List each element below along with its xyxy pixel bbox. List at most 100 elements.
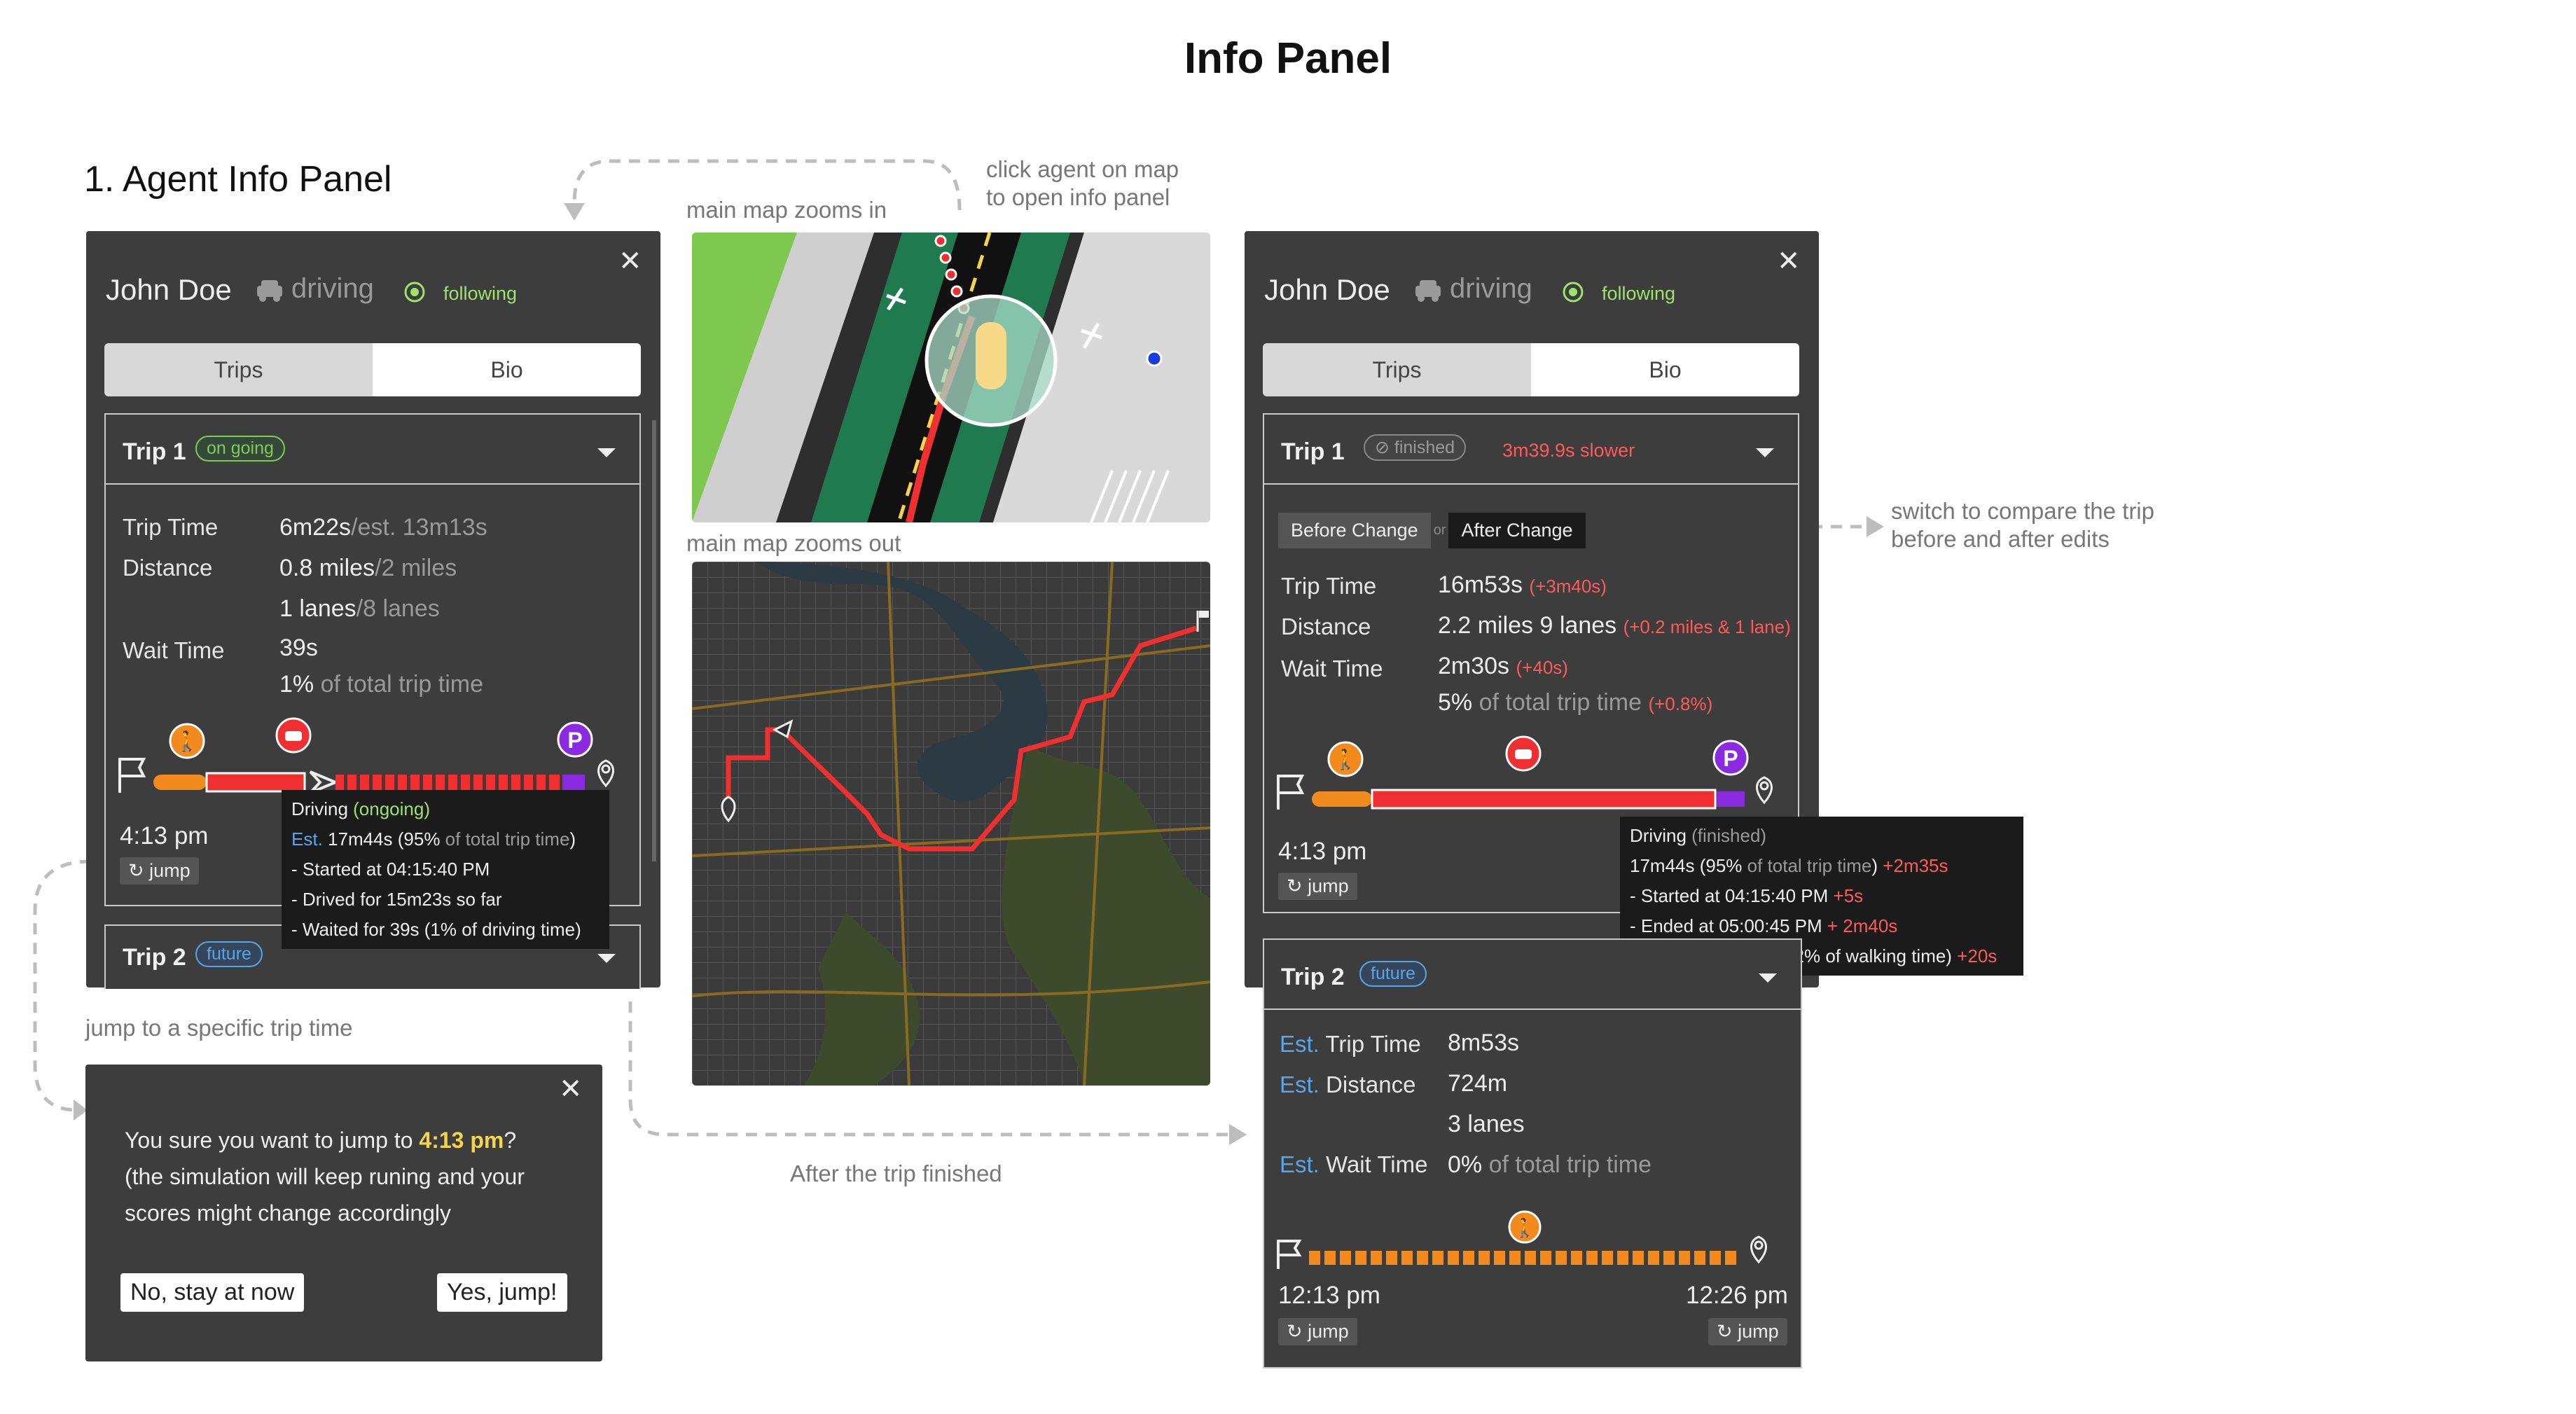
compare-toggle: Before Change or After Change — [1278, 513, 1586, 548]
tab-bio[interactable]: Bio — [1531, 343, 1799, 396]
dialog-message: You sure you want to jump to 4:13 pm? (t… — [125, 1128, 525, 1226]
scrollbar[interactable] — [652, 420, 656, 861]
trip-delta: 3m39.9s slower — [1502, 440, 1635, 461]
following-toggle[interactable]: following — [443, 283, 517, 305]
note-jump-specific: jump to a specific trip time — [85, 1015, 353, 1041]
trip-time-value: 8m53s — [1448, 1030, 1520, 1056]
wait-time-value: 2m30s (+40s) — [1438, 653, 1568, 679]
toggle-separator: or — [1433, 522, 1446, 538]
chevron-down-icon[interactable] — [597, 954, 616, 963]
status-badge: future — [195, 941, 263, 967]
no-stay-button[interactable]: No, stay at now — [120, 1273, 305, 1312]
close-icon[interactable]: ✕ — [559, 1073, 583, 1105]
tab-bar: Trips Bio — [1263, 343, 1799, 396]
status-badge: ⊘ finished — [1364, 434, 1467, 461]
trip-time-value: 6m22s/est. 13m13s — [279, 514, 487, 541]
svg-text:P: P — [1723, 746, 1738, 771]
distance-value: 2.2 miles 9 lanes (+0.2 miles & 1 lane) — [1438, 612, 1791, 639]
distance-label: Distance — [1281, 614, 1371, 639]
svg-text:🚶: 🚶 — [1514, 1217, 1536, 1238]
trip-title: Trip 1 — [123, 438, 186, 465]
jump-button[interactable]: ↻ jump — [1708, 1318, 1787, 1345]
jump-button[interactable]: ↻ jump — [120, 857, 199, 885]
lanes-value: 3 lanes — [1448, 1111, 1525, 1137]
trip-end-time: 12:26 pm — [1686, 1282, 1788, 1309]
tooltip-line: - Drived for 15m23s so far — [291, 889, 502, 910]
jump-button[interactable]: ↻ jump — [1278, 873, 1357, 900]
tooltip-line: - Started at 04:15:40 PM +5s — [1630, 885, 1864, 906]
trip-timeline[interactable]: 🚶 P — [1271, 733, 1789, 824]
distance-label: Est. Distance — [1280, 1072, 1416, 1097]
jump-button[interactable]: ↻ jump — [1278, 1318, 1357, 1345]
trip-title: Trip 2 — [1281, 964, 1345, 990]
divider — [106, 483, 639, 485]
distance-value: 0.8 miles/2 miles — [279, 555, 457, 581]
divider — [1264, 483, 1798, 485]
tab-trips[interactable]: Trips — [1263, 343, 1531, 396]
trip-start-time: 12:13 pm — [1278, 1282, 1380, 1309]
status-badge: on going — [195, 436, 285, 462]
wait-pct: 1% of total trip time — [279, 671, 484, 698]
note-after-finished: After the trip finished — [790, 1160, 1002, 1186]
car-icon — [254, 277, 285, 306]
arrowhead-switch — [1867, 516, 1884, 537]
chevron-down-icon[interactable] — [597, 448, 616, 457]
tab-bar: Trips Bio — [104, 343, 641, 396]
agent-mode: driving — [291, 273, 374, 304]
agent-name: John Doe — [106, 273, 232, 306]
trip-card-2-expanded: Trip 2 future Est. Trip Time 8m53s Est. … — [1263, 938, 1802, 1368]
arrowhead-right-panel — [1229, 1124, 1247, 1145]
walk-segment — [1312, 791, 1372, 807]
flag-icon — [1277, 1240, 1302, 1269]
park-segment — [562, 775, 585, 790]
distance-label: Distance — [123, 555, 213, 581]
svg-text:🚶: 🚶 — [1334, 748, 1358, 771]
parking-marker-icon: P — [1712, 740, 1749, 776]
close-icon[interactable]: ✕ — [618, 245, 642, 277]
divider — [1264, 1008, 1801, 1010]
location-pin-icon — [1756, 776, 1773, 805]
walk-marker-icon: 🚶 — [1508, 1210, 1542, 1244]
note-zoom-out: main map zooms out — [686, 530, 901, 556]
tooltip-line: - Ended at 05:00:45 PM + 2m40s — [1630, 915, 1898, 936]
wait-time-label: Wait Time — [1281, 656, 1383, 681]
wait-time-value: 39s — [279, 635, 318, 661]
flag-icon — [118, 758, 146, 793]
trip-title: Trip 1 — [1281, 438, 1345, 465]
chevron-up-icon[interactable] — [1759, 973, 1777, 983]
note-click-agent: click agent on map to open info panel — [986, 156, 1179, 210]
before-change-button[interactable]: Before Change — [1278, 513, 1431, 548]
svg-text:🚶: 🚶 — [175, 730, 200, 753]
close-icon[interactable]: ✕ — [1777, 245, 1801, 277]
drive-marker-icon — [275, 717, 312, 754]
drive-segment-done — [205, 772, 306, 793]
agent-mode: driving — [1450, 273, 1532, 304]
map-zoomed-in[interactable] — [692, 233, 1210, 522]
yes-jump-button[interactable]: Yes, jump! — [437, 1273, 567, 1312]
note-switch: switch to compare the trip before and af… — [1891, 498, 2154, 552]
tooltip-line: Driving (ongoing) — [291, 798, 430, 819]
chevron-down-icon[interactable] — [1756, 448, 1774, 457]
car-agent-icon — [976, 322, 1006, 389]
tab-bio[interactable]: Bio — [373, 343, 641, 396]
trip-time-label: Trip Time — [1281, 573, 1377, 599]
map-zoomed-out[interactable] — [692, 562, 1210, 1086]
location-pin-icon — [1750, 1235, 1767, 1264]
tooltip-line: - Waited for 39s (1% of driving time) — [291, 919, 581, 940]
following-toggle[interactable]: following — [1602, 283, 1675, 305]
flag-icon — [1277, 775, 1305, 810]
wait-pct: 5% of total trip time (+0.8%) — [1438, 689, 1713, 716]
trip-timeline[interactable]: 🚶 — [1271, 1206, 1789, 1283]
wait-time-value: 0% of total trip time — [1448, 1151, 1652, 1178]
arrowhead-panel — [564, 203, 585, 221]
location-pin-icon — [597, 759, 614, 788]
agent-name: John Doe — [1264, 273, 1390, 306]
walk-marker-icon: 🚶 — [1327, 741, 1364, 777]
car-icon — [1413, 277, 1443, 306]
tab-trips[interactable]: Trips — [104, 343, 373, 396]
tooltip-line: - Started at 04:15:40 PM — [291, 859, 490, 880]
status-badge: future — [1359, 961, 1427, 987]
walk-segment — [153, 775, 207, 790]
after-change-button[interactable]: After Change — [1448, 513, 1586, 548]
parking-marker-icon: P — [557, 721, 593, 758]
